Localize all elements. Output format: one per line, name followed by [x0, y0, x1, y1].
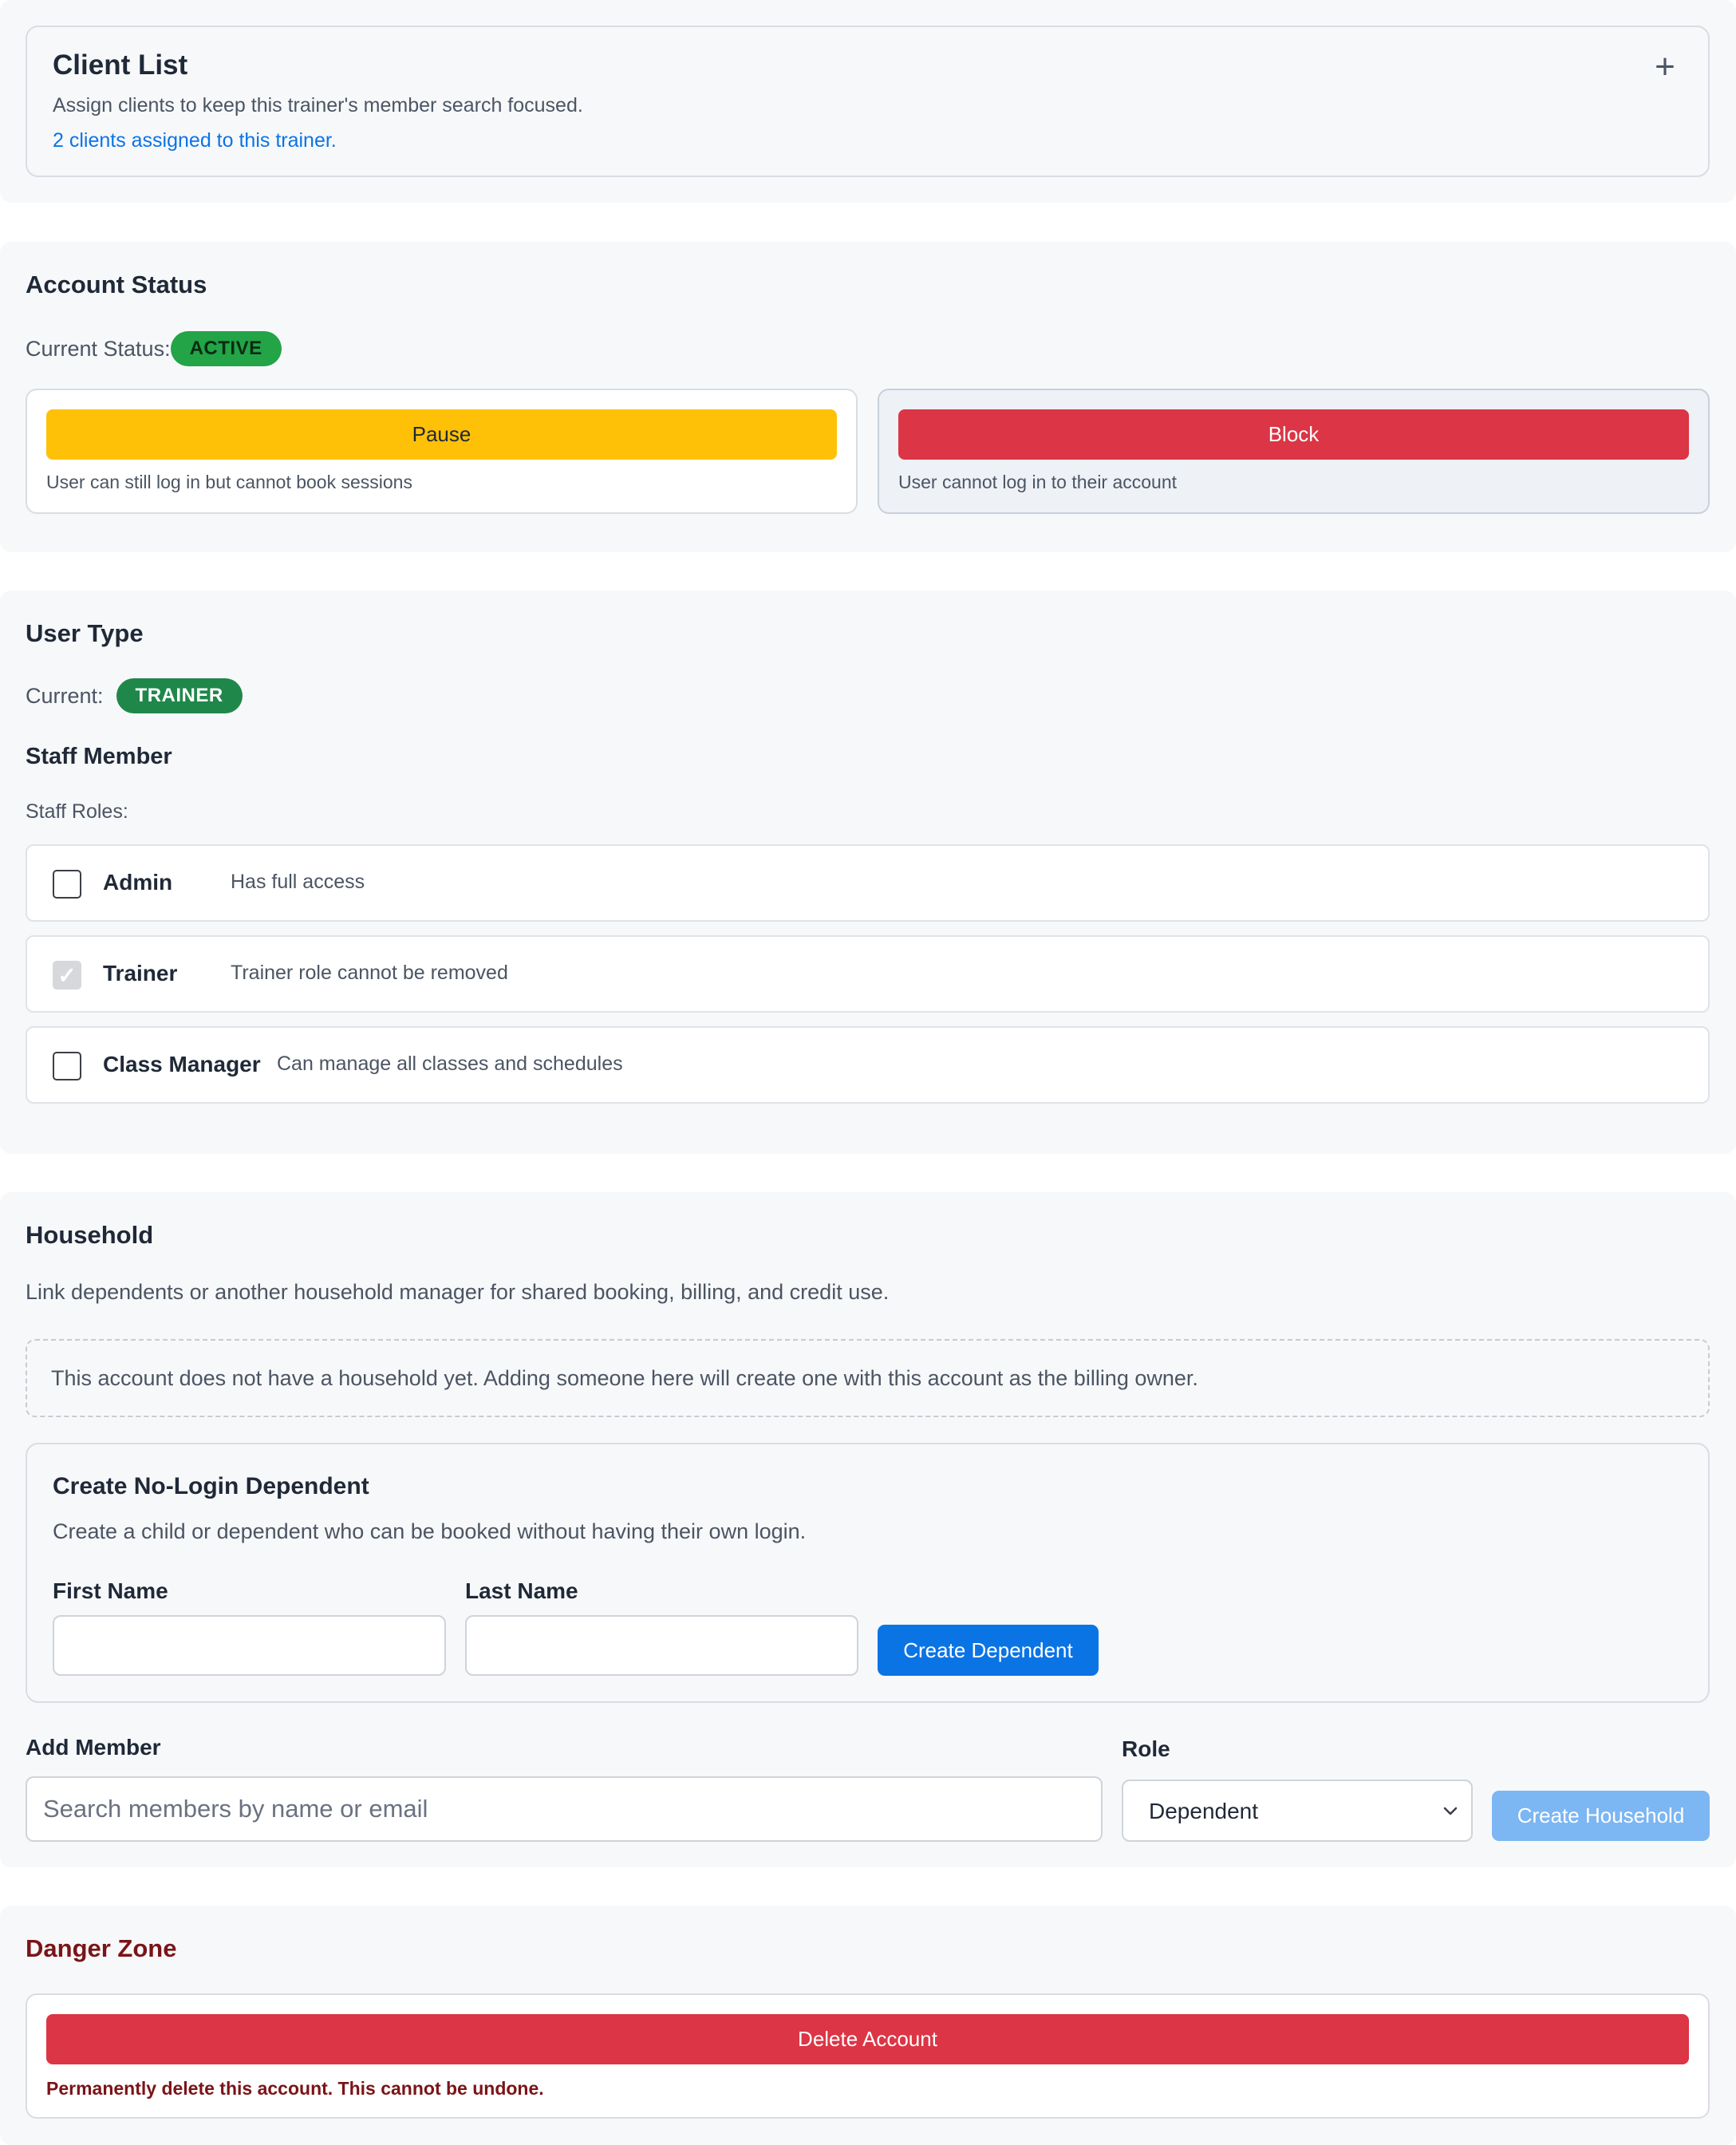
plus-icon[interactable]: +	[1646, 48, 1684, 86]
last-name-input[interactable]	[465, 1615, 858, 1676]
client-list-card[interactable]: Client List Assign clients to keep this …	[26, 26, 1710, 177]
client-list-description: Assign clients to keep this trainer's me…	[53, 94, 583, 117]
role-name: Trainer	[103, 961, 178, 986]
role-description: Trainer role cannot be removed	[231, 962, 508, 984]
danger-zone-title: Danger Zone	[26, 1934, 177, 1962]
client-list-title: Client List	[53, 49, 188, 81]
chevron-down-icon	[1443, 1807, 1458, 1815]
user-type-section: User Type Current: TRAINER Staff Member …	[0, 591, 1736, 1154]
block-card: Block User cannot log in to their accoun…	[878, 389, 1710, 514]
danger-zone-section: Danger Zone Delete Account Permanently d…	[0, 1906, 1736, 2145]
status-badge: ACTIVE	[170, 331, 282, 366]
role-label: Role	[1122, 1736, 1170, 1761]
account-status-section: Account Status Current Status: ACTIVE Pa…	[0, 242, 1736, 552]
user-settings-page: Client List Assign clients to keep this …	[0, 0, 1736, 2145]
role-row-trainer: ✓ Trainer Trainer role cannot be removed	[26, 935, 1710, 1013]
pause-card: Pause User can still log in but cannot b…	[26, 389, 858, 514]
create-dependent-description: Create a child or dependent who can be b…	[53, 1519, 807, 1543]
staff-roles-label: Staff Roles:	[26, 800, 128, 823]
current-type-label: Current:	[26, 683, 104, 708]
role-description: Can manage all classes and schedules	[277, 1053, 623, 1075]
household-section: Household Link dependents or another hou…	[0, 1192, 1736, 1867]
pause-note: User can still log in but cannot book se…	[46, 472, 412, 492]
user-type-title: User Type	[26, 619, 144, 647]
delete-account-card: Delete Account Permanently delete this a…	[26, 1993, 1710, 2119]
trainer-role-checkbox: ✓	[53, 961, 81, 990]
class-manager-role-checkbox[interactable]	[53, 1052, 81, 1080]
block-note: User cannot log in to their account	[898, 472, 1178, 492]
staff-member-title: Staff Member	[26, 744, 172, 769]
last-name-label: Last Name	[465, 1578, 578, 1603]
add-member-label: Add Member	[26, 1735, 161, 1760]
current-type-line: Current: TRAINER	[26, 678, 243, 713]
role-description: Has full access	[231, 871, 365, 893]
create-dependent-button[interactable]: Create Dependent	[878, 1625, 1099, 1676]
create-dependent-card: Create No-Login Dependent Create a child…	[26, 1443, 1710, 1703]
check-icon: ✓	[57, 962, 77, 988]
household-title: Household	[26, 1221, 154, 1249]
block-button[interactable]: Block	[898, 409, 1689, 460]
client-list-section: Client List Assign clients to keep this …	[0, 0, 1736, 203]
household-empty-note: This account does not have a household y…	[26, 1339, 1710, 1417]
household-description: Link dependents or another household man…	[26, 1280, 890, 1304]
first-name-label: First Name	[53, 1578, 168, 1603]
role-row-admin: Admin Has full access	[26, 844, 1710, 922]
account-status-title: Account Status	[26, 271, 207, 298]
create-household-button[interactable]: Create Household	[1492, 1791, 1710, 1841]
delete-account-button[interactable]: Delete Account	[46, 2014, 1689, 2064]
current-status-line: Current Status: ACTIVE	[26, 331, 282, 366]
first-name-input[interactable]	[53, 1615, 446, 1676]
client-count-text: 2 clients assigned to this trainer.	[53, 129, 337, 152]
role-select[interactable]: Dependent	[1122, 1780, 1473, 1842]
pause-button[interactable]: Pause	[46, 409, 837, 460]
role-row-class-manager: Class Manager Can manage all classes and…	[26, 1026, 1710, 1104]
member-search-input[interactable]	[26, 1776, 1103, 1842]
role-name: Class Manager	[103, 1052, 261, 1076]
role-name: Admin	[103, 870, 173, 895]
current-status-label: Current Status:	[26, 336, 171, 361]
role-select-value: Dependent	[1149, 1799, 1259, 1823]
create-dependent-title: Create No-Login Dependent	[53, 1473, 369, 1499]
user-type-badge: TRAINER	[116, 678, 243, 713]
admin-role-checkbox[interactable]	[53, 870, 81, 899]
delete-account-note: Permanently delete this account. This ca…	[46, 2078, 544, 2099]
